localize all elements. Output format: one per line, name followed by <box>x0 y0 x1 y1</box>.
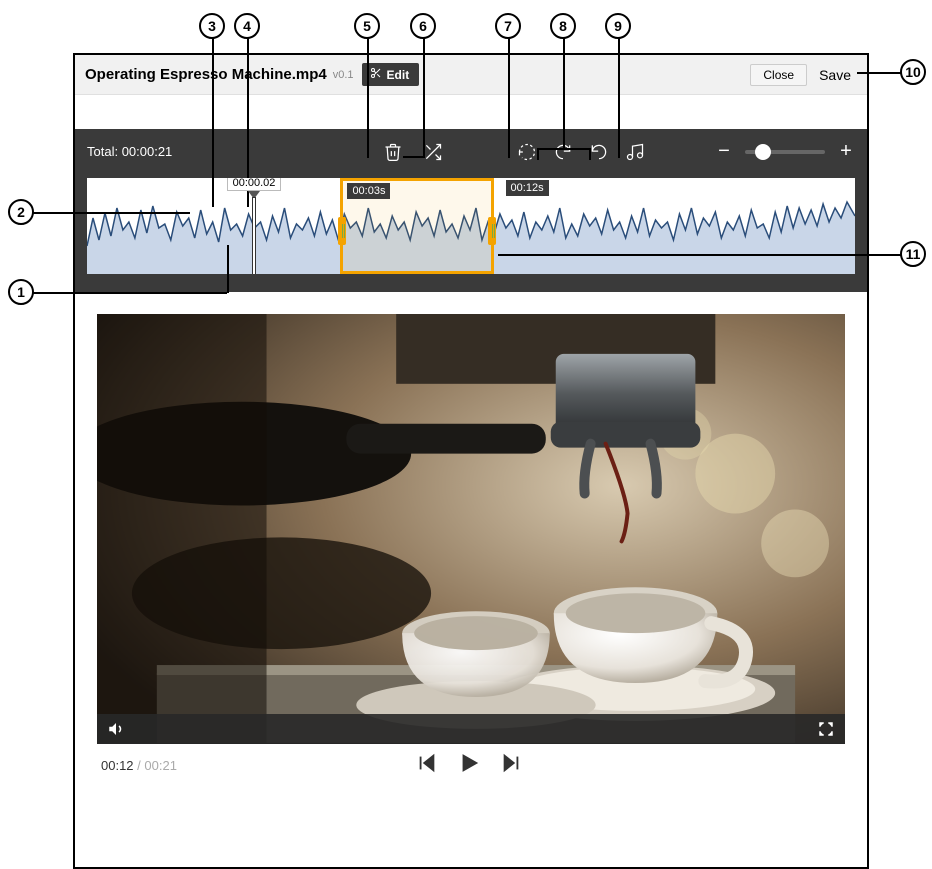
video-frame[interactable] <box>97 314 845 744</box>
file-version: v0.1 <box>333 69 354 81</box>
callout-lead <box>537 148 591 150</box>
playhead-time: 00:00.02 <box>227 178 282 191</box>
shuffle-icon[interactable] <box>422 141 444 163</box>
save-button[interactable]: Save <box>819 67 851 83</box>
video-preview-area: 00:12 / 00:21 <box>97 314 845 779</box>
play-icon[interactable] <box>458 752 480 779</box>
callout-lead <box>537 148 539 160</box>
reset-icon[interactable] <box>516 141 538 163</box>
prev-icon[interactable] <box>416 752 438 779</box>
header-bar: Operating Espresso Machine.mp4 v0.1 Edit… <box>75 55 867 95</box>
total-duration-label: Total: 00:00:21 <box>87 144 172 159</box>
selection-handle-left[interactable] <box>338 217 346 245</box>
player-controls: 00:12 / 00:21 <box>97 744 845 779</box>
callout-2: 2 <box>8 199 34 225</box>
waveform[interactable]: 00:03s 00:12s 00:00.02 <box>87 178 855 274</box>
music-icon[interactable] <box>624 141 646 163</box>
callout-lead <box>212 38 214 207</box>
duration: 00:21 <box>144 758 177 773</box>
zoom-out-button[interactable]: − <box>715 140 733 163</box>
callout-3: 3 <box>199 13 225 39</box>
next-icon[interactable] <box>500 752 522 779</box>
callout-1: 1 <box>8 279 34 305</box>
callout-lead <box>33 292 227 294</box>
callout-11: 11 <box>900 241 926 267</box>
selection-handle-right[interactable] <box>488 217 496 245</box>
current-time: 00:12 <box>101 758 134 773</box>
zoom-slider[interactable] <box>745 150 825 154</box>
callout-6: 6 <box>410 13 436 39</box>
edit-button-label: Edit <box>387 68 410 82</box>
callout-lead <box>367 38 369 158</box>
callout-8: 8 <box>550 13 576 39</box>
callout-lead <box>563 38 565 150</box>
selection-start-label: 00:03s <box>347 183 390 199</box>
playhead-line <box>253 198 255 274</box>
zoom-slider-thumb[interactable] <box>755 144 771 160</box>
callout-lead <box>498 254 910 256</box>
time-readout: 00:12 / 00:21 <box>101 758 177 773</box>
video-scene <box>97 314 845 743</box>
callout-5: 5 <box>354 13 380 39</box>
toolbar: Total: 00:00:21 − <box>75 129 867 174</box>
close-button[interactable]: Close <box>750 64 807 86</box>
callout-lead <box>589 148 591 160</box>
video-overlay-bar <box>97 714 845 744</box>
delete-icon[interactable] <box>382 141 404 163</box>
callout-lead <box>618 38 620 158</box>
callout-lead <box>423 38 425 158</box>
callout-lead <box>403 156 425 158</box>
undo-icon[interactable] <box>588 141 610 163</box>
fullscreen-icon[interactable] <box>817 720 835 738</box>
selection-end-label: 00:12s <box>506 180 549 196</box>
scissors-icon <box>370 67 382 82</box>
callout-lead <box>508 38 510 158</box>
callout-4: 4 <box>234 13 260 39</box>
selection-region[interactable]: 00:03s <box>340 178 494 274</box>
volume-icon[interactable] <box>107 720 125 738</box>
callout-9: 9 <box>605 13 631 39</box>
callout-lead <box>33 212 190 214</box>
callout-10: 10 <box>900 59 926 85</box>
file-title: Operating Espresso Machine.mp4 <box>85 66 327 83</box>
zoom-in-button[interactable]: + <box>837 140 855 163</box>
video-editor-app: Operating Espresso Machine.mp4 v0.1 Edit… <box>73 53 869 869</box>
timeline: 00:03s 00:12s 00:00.02 <box>75 174 867 292</box>
callout-7: 7 <box>495 13 521 39</box>
edit-button[interactable]: Edit <box>362 63 420 86</box>
playhead[interactable]: 00:00.02 <box>219 178 289 274</box>
